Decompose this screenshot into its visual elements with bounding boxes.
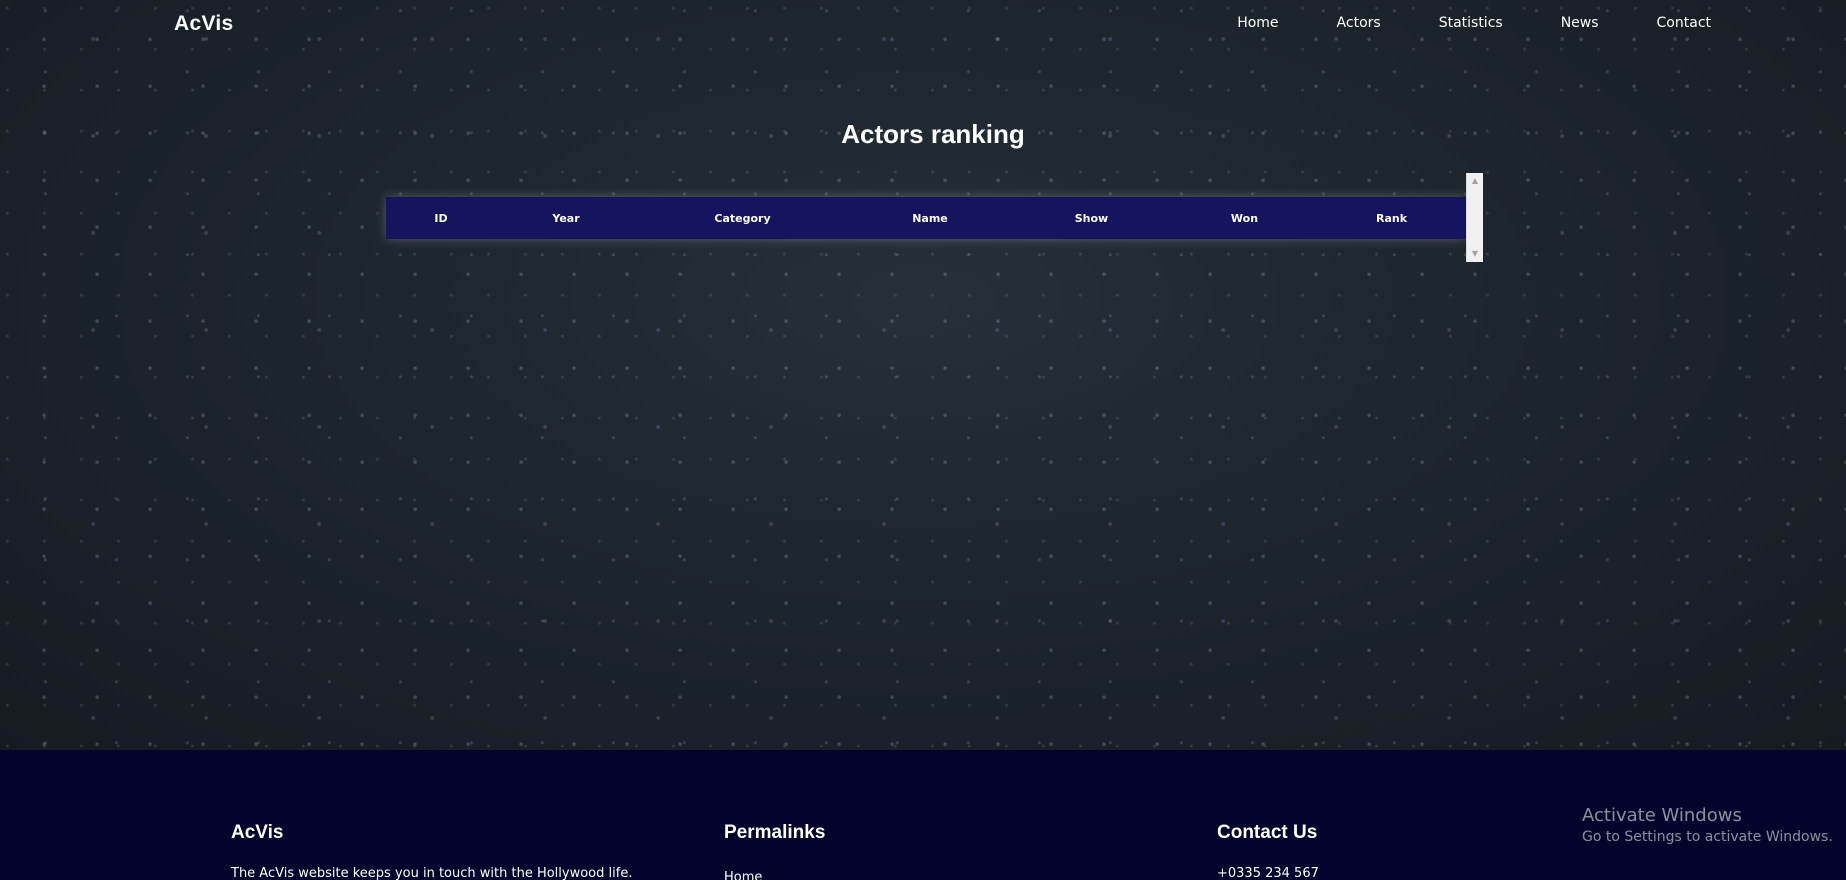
actors-ranking-table: ID Year Category Name Show Won Rank ▲ ▼ (386, 173, 1483, 262)
nav-link-contact[interactable]: Contact (1657, 15, 1711, 31)
nav-link-actors[interactable]: Actors (1337, 15, 1381, 31)
footer-permalinks-heading: Permalinks (724, 822, 826, 843)
main-navigation: Home Actors Statistics News Contact (1237, 15, 1711, 31)
column-header-year: Year (552, 211, 580, 225)
site-logo[interactable]: AcVis (174, 12, 234, 36)
footer-contact-column: Contact Us +0335 234 567 (1217, 822, 1319, 880)
watermark-subtitle: Go to Settings to activate Windows. (1582, 829, 1833, 845)
footer-about-heading: AcVis (231, 822, 284, 843)
nav-link-news[interactable]: News (1561, 15, 1599, 31)
footer-contact-phone: +0335 234 567 (1217, 866, 1319, 880)
scroll-down-arrow-icon[interactable]: ▼ (1467, 248, 1483, 260)
hero-background (0, 0, 1846, 750)
nav-link-statistics[interactable]: Statistics (1439, 15, 1503, 31)
nav-link-home[interactable]: Home (1237, 15, 1278, 31)
site-footer: AcVis The AcVis website keeps you in tou… (0, 750, 1846, 880)
footer-link-home[interactable]: Home (724, 870, 762, 880)
column-header-rank: Rank (1375, 211, 1408, 225)
table-scrollbar[interactable]: ▲ ▼ (1466, 173, 1483, 262)
column-header-show: Show (1074, 211, 1109, 225)
footer-contact-heading: Contact Us (1217, 822, 1318, 843)
footer-about-text: The AcVis website keeps you in touch wit… (231, 866, 633, 880)
watermark-title: Activate Windows (1582, 805, 1742, 826)
column-header-id: ID (434, 211, 448, 225)
windows-activation-watermark: Activate Windows Go to Settings to activ… (1582, 805, 1833, 845)
footer-permalinks-column: Permalinks Home (724, 822, 825, 880)
column-header-won: Won (1230, 211, 1259, 225)
column-header-name: Name (912, 211, 948, 225)
page-title: Actors ranking (841, 119, 1025, 150)
table-header-row: ID Year Category Name Show Won Rank (386, 197, 1466, 239)
footer-about-column: AcVis The AcVis website keeps you in tou… (231, 822, 632, 880)
column-header-category: Category (714, 211, 771, 225)
scroll-up-arrow-icon[interactable]: ▲ (1467, 175, 1483, 187)
